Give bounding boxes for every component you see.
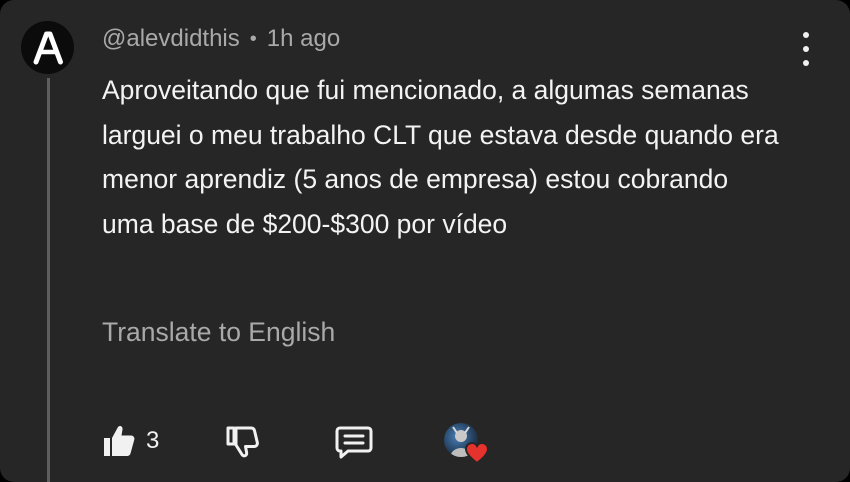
dislike-button[interactable]: [224, 423, 260, 464]
creator-heart-badge[interactable]: [444, 423, 490, 465]
heart-icon: [464, 441, 490, 465]
thread-line: [47, 78, 50, 482]
separator-dot: •: [249, 27, 257, 50]
username[interactable]: @alevdidthis: [102, 25, 240, 53]
reply-button[interactable]: [335, 424, 373, 465]
more-vertical-icon: [803, 32, 809, 38]
thumbs-down-icon: [226, 426, 259, 458]
translate-button[interactable]: Translate to English: [102, 317, 335, 348]
like-button[interactable]: [101, 423, 137, 464]
timestamp: 1h ago: [266, 25, 341, 52]
like-count: 3: [146, 427, 160, 454]
avatar-letter-a-icon: [33, 31, 63, 64]
thumbs-up-icon: [104, 425, 135, 456]
more-options-button[interactable]: [795, 32, 817, 66]
avatar[interactable]: [21, 21, 74, 74]
reply-comment-icon: [335, 426, 373, 459]
comment-text: Aproveitando que fui mencionado, a algum…: [102, 75, 779, 239]
comment-card: @alevdidthis • 1h ago Aproveitando que f…: [0, 0, 850, 482]
comment-header: @alevdidthis • 1h ago: [102, 25, 340, 53]
